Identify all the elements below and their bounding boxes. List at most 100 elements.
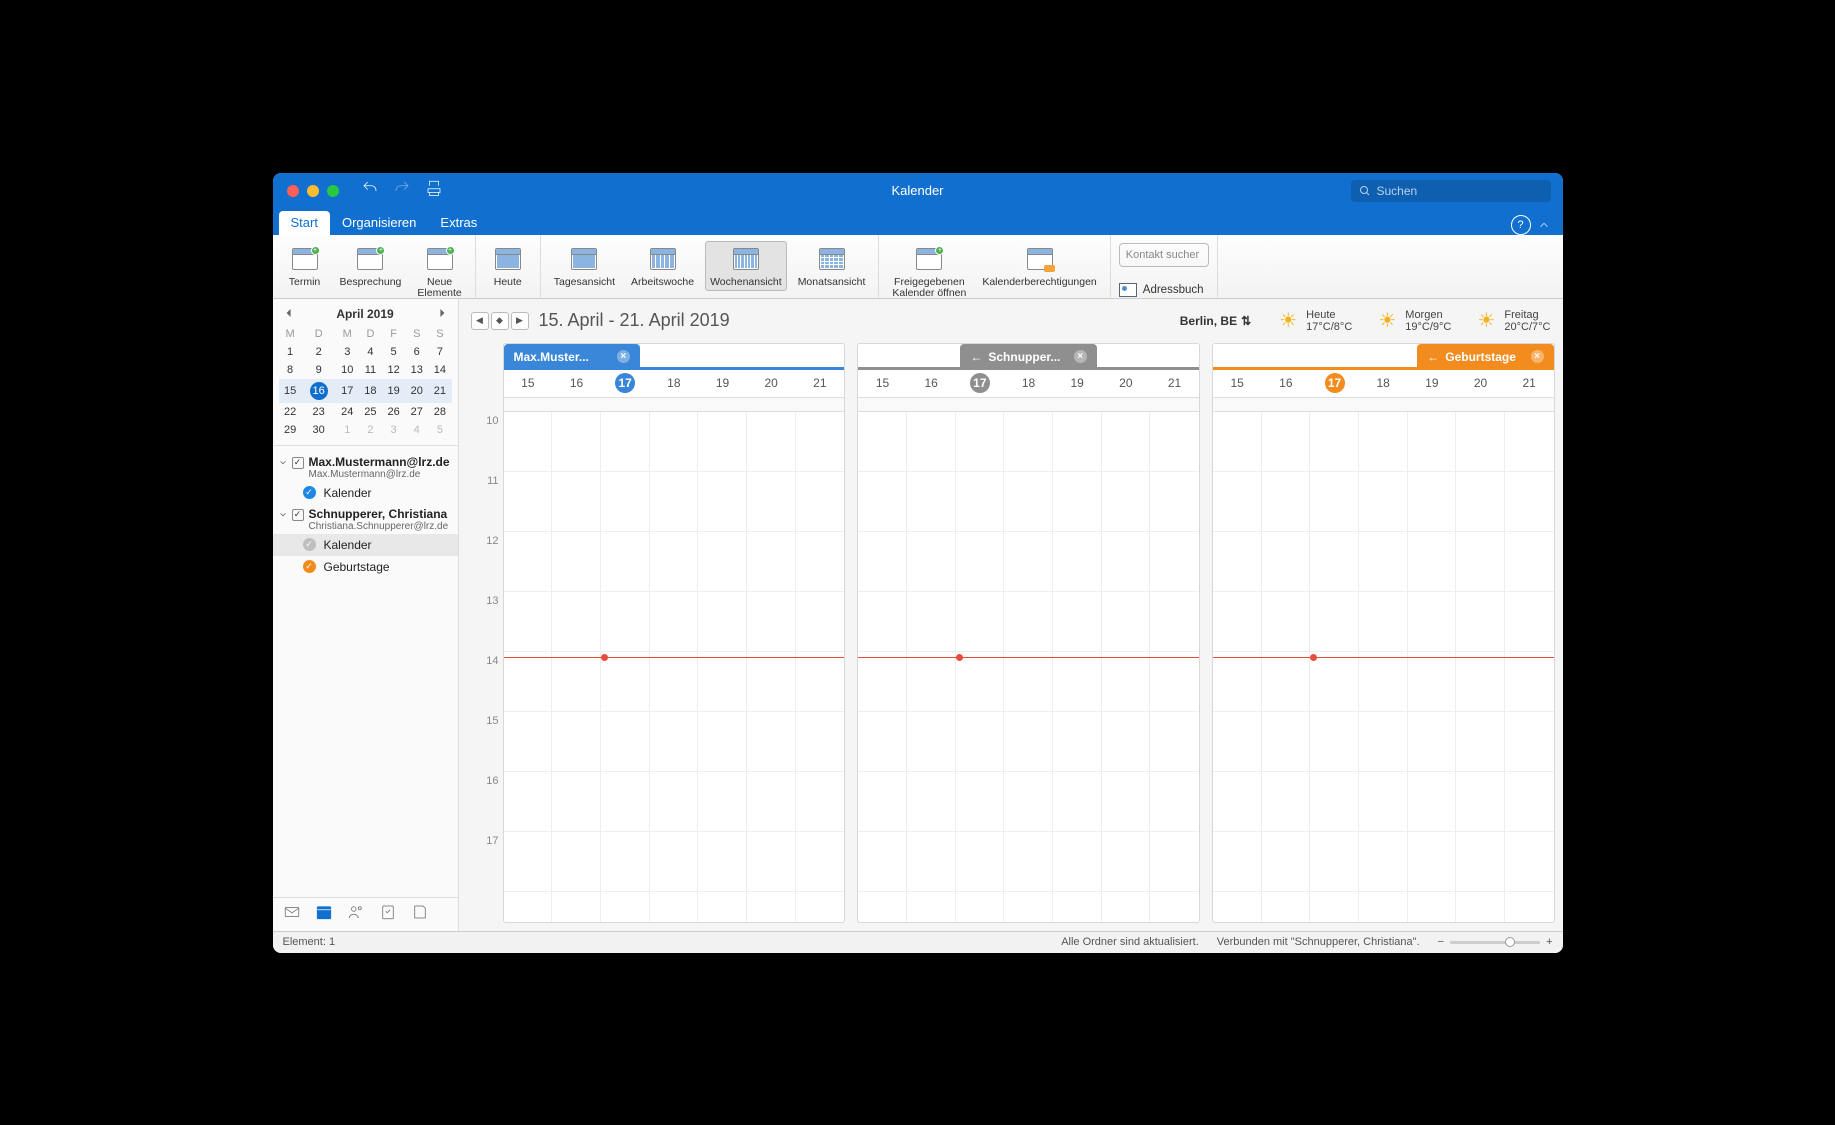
new-items-button[interactable]: +Neue Elemente <box>412 241 466 303</box>
day-header[interactable]: 15 <box>504 376 553 390</box>
back-arrow-icon[interactable]: ← <box>1427 350 1439 364</box>
day-header[interactable]: 21 <box>796 376 845 390</box>
close-icon[interactable]: × <box>617 350 630 363</box>
calendar-permissions-button[interactable]: Kalenderberechtigungen <box>977 241 1101 292</box>
close-icon[interactable]: × <box>1074 350 1087 363</box>
mini-cal-day[interactable]: 5 <box>382 343 405 361</box>
close-icon[interactable]: × <box>1531 350 1544 363</box>
calendar-item[interactable]: Kalender <box>273 534 458 556</box>
weather-day[interactable]: ☀Morgen19°C/9°C <box>1376 309 1451 333</box>
prev-month-icon[interactable] <box>285 307 293 321</box>
mini-cal-day[interactable]: 22 <box>279 403 302 421</box>
contact-search-input[interactable]: Kontakt sucher <box>1119 243 1209 267</box>
week-view-button[interactable]: Wochenansicht <box>705 241 787 292</box>
mini-cal-day[interactable]: 20 <box>405 379 428 403</box>
new-meeting-button[interactable]: +Besprechung <box>335 241 407 292</box>
mini-cal-day[interactable]: 10 <box>336 361 359 379</box>
notes-icon[interactable] <box>411 903 429 926</box>
mini-cal-day[interactable]: 8 <box>279 361 302 379</box>
day-header[interactable]: 19 <box>698 376 747 390</box>
zoom-in-icon[interactable]: + <box>1546 936 1552 948</box>
mini-cal-day[interactable]: 6 <box>405 343 428 361</box>
minimize-window[interactable] <box>307 185 319 197</box>
nav-next-button[interactable]: ▶ <box>511 312 529 330</box>
month-view-button[interactable]: Monatsansicht <box>793 241 871 292</box>
mail-icon[interactable] <box>283 903 301 926</box>
mini-cal-day[interactable]: 16 <box>302 379 336 403</box>
week-grid-1[interactable]: 13:35 <box>504 412 845 922</box>
mini-cal-day[interactable]: 30 <box>302 421 336 439</box>
mini-cal-day[interactable]: 1 <box>336 421 359 439</box>
calendar-icon[interactable] <box>315 903 333 926</box>
day-header[interactable]: 21 <box>1505 376 1554 390</box>
day-header[interactable]: 21 <box>1150 376 1199 390</box>
day-header[interactable]: 17 <box>1310 373 1359 393</box>
mini-cal-day[interactable]: 4 <box>405 421 428 439</box>
mini-cal-day[interactable]: 27 <box>405 403 428 421</box>
workweek-view-button[interactable]: Arbeitswoche <box>626 241 699 292</box>
day-header[interactable]: 18 <box>650 376 699 390</box>
day-header[interactable]: 20 <box>1456 376 1505 390</box>
nav-prev-button[interactable]: ◀ <box>471 312 489 330</box>
next-month-icon[interactable] <box>438 307 446 321</box>
mini-cal-day[interactable]: 13 <box>405 361 428 379</box>
mini-cal-day[interactable]: 23 <box>302 403 336 421</box>
mini-cal-day[interactable]: 14 <box>428 361 451 379</box>
weather-day[interactable]: ☀Freitag20°C/7°C <box>1475 309 1550 333</box>
mini-cal-day[interactable]: 24 <box>336 403 359 421</box>
calendar-item[interactable]: Geburtstage <box>273 556 458 578</box>
day-view-button[interactable]: Tagesansicht <box>549 241 620 292</box>
mini-cal-day[interactable]: 18 <box>359 379 382 403</box>
mini-cal-day[interactable]: 15 <box>279 379 302 403</box>
nav-expand-button[interactable]: ◆ <box>491 312 509 330</box>
back-arrow-icon[interactable]: ← <box>970 350 982 364</box>
mini-cal-day[interactable]: 26 <box>382 403 405 421</box>
collapse-ribbon-icon[interactable] <box>1537 218 1557 235</box>
day-header[interactable]: 16 <box>552 376 601 390</box>
mini-cal-day[interactable]: 3 <box>336 343 359 361</box>
day-header[interactable]: 17 <box>601 373 650 393</box>
tab-organisieren[interactable]: Organisieren <box>330 211 428 235</box>
location-selector[interactable]: Berlin, BE⇅ <box>1180 314 1251 328</box>
tab-extras[interactable]: Extras <box>428 211 489 235</box>
search-input[interactable] <box>1377 184 1543 198</box>
day-header[interactable]: 19 <box>1408 376 1457 390</box>
print-icon[interactable] <box>425 179 443 202</box>
mini-cal-day[interactable]: 19 <box>382 379 405 403</box>
help-icon[interactable]: ? <box>1511 215 1531 235</box>
mini-cal-day[interactable]: 4 <box>359 343 382 361</box>
mini-cal-day[interactable]: 17 <box>336 379 359 403</box>
account-header[interactable]: Max.Mustermann@lrz.deMax.Mustermann@lrz.… <box>273 452 458 482</box>
tasks-icon[interactable] <box>379 903 397 926</box>
today-button[interactable]: Heute <box>484 241 532 292</box>
day-header[interactable]: 19 <box>1053 376 1102 390</box>
day-header[interactable]: 16 <box>1262 376 1311 390</box>
mini-cal-day[interactable]: 1 <box>279 343 302 361</box>
mini-cal-day[interactable]: 3 <box>382 421 405 439</box>
week-grid-2[interactable] <box>858 412 1199 922</box>
mini-cal-day[interactable]: 2 <box>359 421 382 439</box>
undo-icon[interactable] <box>361 179 379 202</box>
tab-start[interactable]: Start <box>279 211 330 235</box>
calendar-item[interactable]: Kalender <box>273 482 458 504</box>
day-header[interactable]: 18 <box>1004 376 1053 390</box>
mini-cal-day[interactable]: 2 <box>302 343 336 361</box>
mini-cal-grid[interactable]: MDMDFSS 12345678910111213141516171819202… <box>279 325 452 439</box>
address-book-button[interactable]: Adressbuch <box>1119 283 1204 297</box>
day-header[interactable]: 15 <box>1213 376 1262 390</box>
day-header[interactable]: 18 <box>1359 376 1408 390</box>
mini-cal-day[interactable]: 11 <box>359 361 382 379</box>
mini-cal-day[interactable]: 7 <box>428 343 451 361</box>
mini-cal-day[interactable]: 9 <box>302 361 336 379</box>
close-window[interactable] <box>287 185 299 197</box>
account-header[interactable]: Schnupperer, ChristianaChristiana.Schnup… <box>273 504 458 534</box>
search-box[interactable] <box>1351 180 1551 202</box>
day-header[interactable]: 16 <box>907 376 956 390</box>
redo-icon[interactable] <box>393 179 411 202</box>
zoom-slider[interactable]: − + <box>1438 936 1553 948</box>
zoom-window[interactable] <box>327 185 339 197</box>
day-header[interactable]: 17 <box>956 373 1005 393</box>
weather-day[interactable]: ☀Heute17°C/8°C <box>1277 309 1352 333</box>
day-header[interactable]: 20 <box>747 376 796 390</box>
mini-cal-day[interactable]: 5 <box>428 421 451 439</box>
